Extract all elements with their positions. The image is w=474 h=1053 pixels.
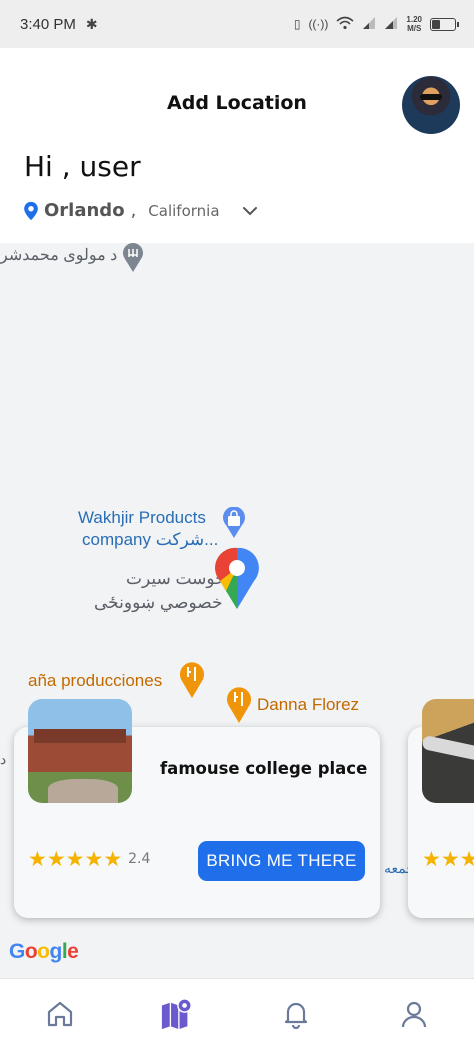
star-icon: ★ (440, 847, 460, 871)
net-speed-unit: M/S (407, 24, 422, 33)
battery-icon (430, 17, 459, 31)
avatar-photo (420, 94, 442, 100)
shopping-marker-icon[interactable] (220, 507, 248, 539)
location-pin-icon (24, 201, 38, 220)
rating-stars: ★ ★ ★ (422, 847, 474, 871)
map-label-danna: Danna Florez (257, 695, 360, 714)
google-logo-letter: g (49, 940, 63, 963)
bottom-nav (0, 978, 474, 1053)
google-logo-letter: e (67, 940, 79, 963)
star-icon: ★ (46, 847, 66, 871)
nav-home[interactable] (43, 997, 77, 1031)
place-image (422, 699, 474, 803)
bell-icon (284, 1002, 308, 1029)
map-label-edge-left: د (0, 751, 7, 767)
net-speed-value: 1.20 (406, 15, 422, 24)
status-bar: 3:40 PM ✱ ▯ ((·)) 1.20 M/S (0, 0, 474, 48)
location-selector[interactable]: Orlando , California (22, 200, 258, 221)
map-label-wakhjir-1: Wakhjir Products (78, 508, 206, 527)
nav-profile[interactable] (397, 997, 431, 1031)
location-city: Orlando (44, 200, 125, 221)
map-label-wakhjir-2: company شرکت... (82, 530, 219, 549)
location-state: California (148, 201, 220, 220)
map-icon (161, 998, 192, 1030)
google-maps-pin-icon[interactable] (212, 543, 262, 611)
net-speed: 1.20 M/S (406, 15, 422, 33)
status-icons: ▯ ((·)) 1.20 M/S (293, 0, 459, 48)
wifi-icon (336, 16, 354, 33)
rating-stars: ★ ★ ★ ★ ★ 2.4 (28, 847, 151, 871)
star-icon: ★ (422, 847, 441, 871)
map-label-top-left: د مولوی محمدشر (0, 247, 118, 264)
nav-notifications[interactable] (279, 997, 313, 1031)
location-separator: , (130, 200, 137, 221)
avatar[interactable] (402, 76, 460, 134)
bring-me-there-button[interactable]: BRING ME THERE (198, 841, 365, 881)
home-icon (47, 1001, 73, 1027)
greeting: Hi , user (24, 150, 141, 183)
rating-value: 2.4 (128, 851, 151, 867)
star-icon: ★ (84, 847, 104, 871)
map-label-pashto-1: خوست سیرت (126, 569, 226, 588)
status-time: 3:40 PM (20, 15, 76, 33)
hotspot-icon: ((·)) (308, 17, 329, 31)
signal-icon-1 (362, 16, 376, 33)
map-view[interactable]: د مولوی محمدشر Wakhjir Products company … (0, 243, 474, 978)
map-label-producciones: aña producciones (28, 671, 163, 690)
restaurant-marker-icon[interactable] (119, 243, 147, 273)
profile-icon (401, 1001, 427, 1028)
map-label-pashto-2: خصوصي ښوونځی (94, 593, 223, 612)
google-logo-letter: o (24, 940, 38, 963)
signal-icon-2 (384, 16, 398, 33)
chevron-down-icon[interactable] (242, 206, 258, 216)
settings-notification-icon: ✱ (85, 15, 98, 32)
restaurant-marker-icon[interactable] (178, 659, 206, 699)
star-icon: ★ (459, 847, 474, 871)
google-logo-letter: G (9, 940, 25, 963)
vibrate-icon: ▯ (293, 17, 301, 31)
nav-map[interactable] (160, 997, 194, 1031)
place-title: famouse college place (160, 759, 368, 778)
header: Add Location Hi , user Orlando , Califor… (0, 48, 474, 243)
place-card[interactable]: ★ ★ ★ (408, 699, 474, 918)
place-card[interactable]: famouse college place ★ ★ ★ ★ ★ 2.4 BRIN… (14, 699, 380, 918)
star-icon: ★ (103, 847, 123, 871)
google-logo: Google (9, 940, 79, 964)
place-image (28, 699, 132, 803)
star-icon: ★ (65, 847, 85, 871)
star-icon: ★ (28, 847, 47, 871)
google-logo-letter: o (37, 940, 50, 963)
restaurant-marker-icon[interactable] (225, 684, 253, 724)
